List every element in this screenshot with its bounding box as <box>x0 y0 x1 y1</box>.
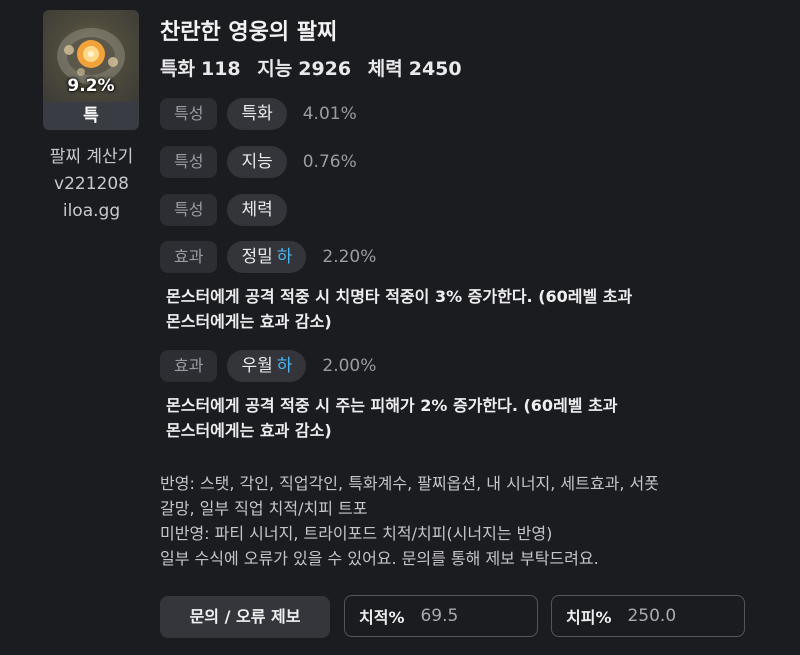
effect-description: 몬스터에게 공격 적중 시 치명타 적중이 3% 증가한다. (60레벨 초과 … <box>166 287 633 331</box>
calculator-name: 팔찌 계산기 <box>49 147 134 167</box>
attribute-row: 특성 체력 <box>160 194 287 226</box>
attribute-value: 4.01% <box>302 104 357 124</box>
effect-name-chip: 정밀 하 <box>227 241 307 273</box>
calculator-site-link[interactable]: iloa.gg <box>43 198 140 225</box>
effect-row: 효과 정밀 하 2.20% <box>160 241 376 273</box>
item-panel: 9.2% 특 팔찌 계산기 v221208 iloa.gg <box>43 10 140 225</box>
crit-damage-field: 치피% <box>551 595 745 637</box>
attribute-type-tag: 특성 <box>160 194 218 226</box>
attribute-type-tag: 특성 <box>160 98 218 130</box>
note-line: 반영: 스탯, 각인, 직업각인, 특화계수, 팔찌옵션, 내 시너지, 세트효… <box>160 474 659 493</box>
effect-type-tag: 효과 <box>160 241 218 273</box>
item-percent: 9.2% <box>67 76 115 96</box>
effect-type-tag: 효과 <box>160 350 218 382</box>
effect-name-chip: 우월 하 <box>227 350 307 382</box>
stat-vitality: 체력 2450 <box>367 58 462 80</box>
calculator-info: 팔찌 계산기 v221208 iloa.gg <box>43 144 140 225</box>
crit-rate-field: 치적% <box>344 595 538 637</box>
attribute-row: 특성 지능 0.76% <box>160 146 357 178</box>
effect-row: 효과 우월 하 2.00% <box>160 350 376 382</box>
note-line: 일부 수식에 오류가 있을 수 있어요. 문의를 통해 제보 부탁드려요. <box>160 549 599 568</box>
attribute-name-chip: 체력 <box>227 194 287 226</box>
stat-intelligence: 지능 2926 <box>257 58 352 80</box>
stat-specialization: 특화 118 <box>160 58 241 80</box>
crit-rate-label: 치적% <box>359 608 405 627</box>
attribute-name-chip: 특화 <box>227 98 287 130</box>
crit-rate-input[interactable] <box>418 605 533 627</box>
attribute-type-tag: 특성 <box>160 146 218 178</box>
calculator-version: v221208 <box>54 174 129 194</box>
effect-grade: 하 <box>276 356 293 376</box>
note-line: 갈망, 일부 직업 치적/치피 트포 <box>160 499 368 518</box>
effect-grade: 하 <box>276 247 293 267</box>
crit-damage-label: 치피% <box>566 608 612 627</box>
effect-description: 몬스터에게 공격 적중 시 주는 피해가 2% 증가한다. (60레벨 초과 몬… <box>166 396 618 440</box>
crit-damage-input[interactable] <box>625 605 740 627</box>
calculation-notes: 반영: 스탯, 각인, 직업각인, 특화계수, 팔찌옵션, 내 시너지, 세트효… <box>160 471 780 571</box>
attribute-row: 특성 특화 4.01% <box>160 98 357 130</box>
attribute-name-chip: 지능 <box>227 146 287 178</box>
item-grade: 특 <box>43 102 139 130</box>
item-title: 찬란한 영웅의 팔찌 <box>160 20 338 45</box>
item-stats: 특화 118 지능 2926 체력 2450 <box>160 54 472 81</box>
note-line: 미반영: 파티 시너지, 트라이포드 치적/치피(시너지는 반영) <box>160 524 553 543</box>
report-button[interactable]: 문의 / 오류 제보 <box>160 596 330 638</box>
effect-value: 2.00% <box>322 356 377 376</box>
attribute-value: 0.76% <box>302 152 357 172</box>
effect-value: 2.20% <box>322 247 377 267</box>
item-card: 9.2% 특 <box>43 10 139 130</box>
